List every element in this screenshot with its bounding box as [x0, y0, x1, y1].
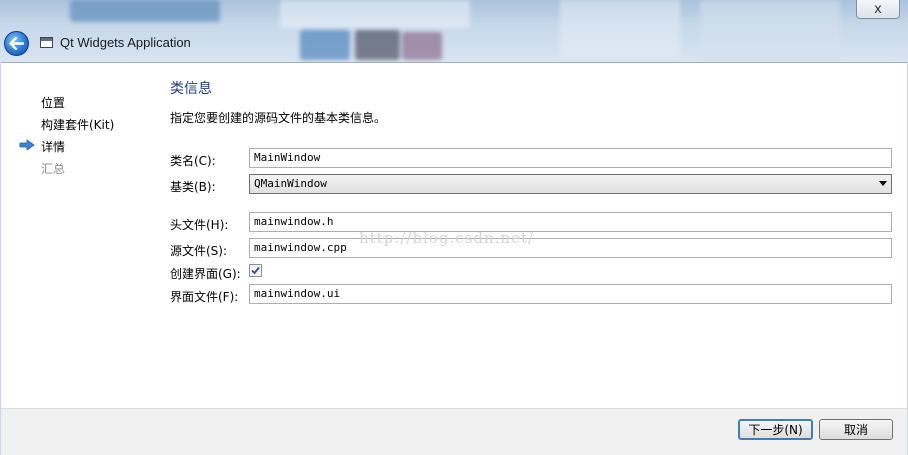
back-arrow-icon — [9, 37, 24, 50]
sidebar-item-kit: 构建套件(Kit) — [41, 118, 115, 132]
sidebar-item-details: 详情 — [41, 140, 66, 154]
sidebar-item-location: 位置 — [41, 96, 66, 110]
form-file-input[interactable]: mainwindow.ui — [249, 284, 892, 304]
background-blur — [402, 32, 442, 60]
class-name-label: 类名(C): — [170, 154, 216, 168]
background-blur — [355, 30, 400, 60]
close-button[interactable]: x — [856, 0, 900, 19]
watermark: http://blog.csdn.net/ — [359, 229, 535, 247]
next-button[interactable]: 下一步(N) — [738, 419, 813, 440]
application-window-icon — [40, 37, 53, 48]
current-step-arrow-icon — [19, 139, 35, 151]
sidebar-item-summary: 汇总 — [41, 162, 66, 176]
base-class-select[interactable]: QMainWindow — [249, 174, 892, 194]
back-button[interactable] — [4, 31, 29, 56]
background-blur — [560, 0, 680, 58]
button-bar: 下一步(N) 取消 — [1, 408, 907, 455]
source-file-label: 源文件(S): — [170, 244, 228, 258]
generate-form-label: 创建界面(G): — [170, 267, 241, 281]
background-blur — [300, 30, 350, 60]
generate-form-checkbox[interactable] — [249, 264, 262, 277]
form-file-label: 界面文件(F): — [170, 290, 239, 304]
background-blur — [280, 0, 470, 28]
page-title: 类信息 — [170, 81, 212, 97]
cancel-button[interactable]: 取消 — [819, 419, 893, 440]
checkmark-icon — [251, 266, 260, 275]
base-class-label: 基类(B): — [170, 180, 216, 194]
title-bar: x Qt Widgets Application — [0, 0, 908, 62]
source-file-input[interactable]: mainwindow.cpp — [249, 238, 892, 258]
chevron-down-icon — [879, 181, 887, 186]
window-title: Qt Widgets Application — [60, 35, 191, 50]
background-blur — [70, 0, 220, 22]
wizard-content: 位置 构建套件(Kit) 详情 汇总 类信息 指定您要创建的源码文件的基本类信息… — [1, 62, 907, 408]
background-blur — [700, 0, 840, 58]
class-name-input[interactable]: MainWindow — [249, 148, 892, 168]
page-description: 指定您要创建的源码文件的基本类信息。 — [170, 111, 387, 125]
base-class-value: QMainWindow — [254, 177, 327, 190]
header-file-label: 头文件(H): — [170, 218, 229, 232]
header-file-input[interactable]: mainwindow.h — [249, 212, 892, 232]
close-icon: x — [874, 1, 882, 17]
